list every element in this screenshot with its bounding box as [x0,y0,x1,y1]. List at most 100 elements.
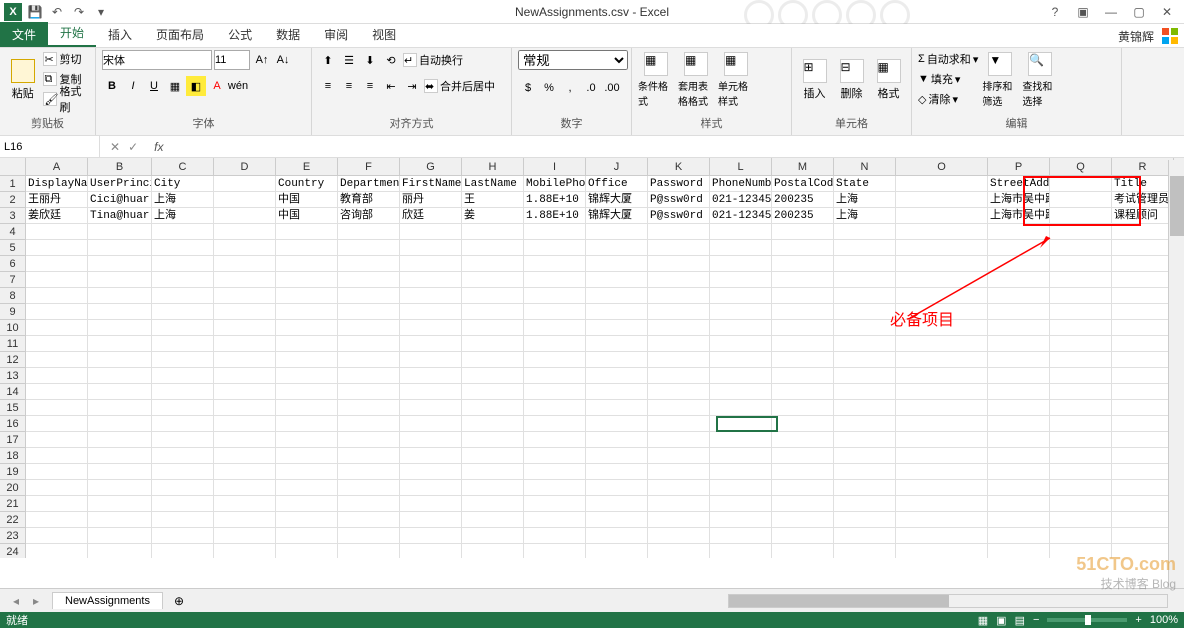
cell[interactable] [772,256,834,272]
close-icon[interactable]: ✕ [1154,2,1180,22]
cell[interactable] [462,528,524,544]
cell[interactable] [772,432,834,448]
cell[interactable] [152,240,214,256]
cell[interactable] [1112,432,1174,448]
cell[interactable] [88,272,152,288]
cell[interactable] [276,384,338,400]
delete-cells-button[interactable]: ⊟删除 [835,50,868,110]
cell[interactable] [276,256,338,272]
cell[interactable] [1050,480,1112,496]
cell[interactable] [88,384,152,400]
cell[interactable] [152,256,214,272]
cell[interactable] [462,304,524,320]
cell[interactable]: 上海市吴中路8号锦辉 [988,208,1050,224]
cell[interactable] [772,544,834,558]
cell[interactable] [214,192,276,208]
cell[interactable] [276,448,338,464]
cell[interactable] [524,240,586,256]
cell[interactable] [1050,176,1112,192]
tab-view[interactable]: 视图 [360,22,408,47]
align-top-icon[interactable]: ⬆ [318,50,338,70]
cell[interactable] [1050,208,1112,224]
format-painter-button[interactable]: 🖌格式刷 [43,90,89,108]
cell[interactable] [896,432,988,448]
column-header[interactable]: N [834,158,896,175]
cell[interactable] [988,320,1050,336]
fx-icon[interactable]: fx [148,140,163,154]
cell[interactable] [834,528,896,544]
cell[interactable]: 咨询部 [338,208,400,224]
cell[interactable] [896,336,988,352]
cell[interactable] [648,512,710,528]
cell[interactable] [1050,192,1112,208]
find-select-button[interactable]: 🔍查找和选择 [1022,50,1058,110]
cell[interactable] [710,480,772,496]
cell[interactable] [338,448,400,464]
cell[interactable]: Tina@huar [88,208,152,224]
column-header[interactable]: P [988,158,1050,175]
cell[interactable] [772,224,834,240]
cell[interactable] [338,384,400,400]
cell[interactable] [462,272,524,288]
column-header[interactable]: C [152,158,214,175]
cell[interactable] [152,496,214,512]
cell[interactable] [26,432,88,448]
cell[interactable] [524,544,586,558]
number-format-select[interactable]: 常规 [518,50,628,70]
cell[interactable]: 200235 [772,192,834,208]
cell[interactable] [896,384,988,400]
row-header[interactable]: 18 [0,448,26,464]
cell[interactable] [462,448,524,464]
cell[interactable] [1050,272,1112,288]
cell[interactable] [338,400,400,416]
zoom-level[interactable]: 100% [1150,614,1178,626]
cell[interactable]: PhoneNumber [710,176,772,192]
cell[interactable] [896,480,988,496]
cell[interactable] [648,304,710,320]
cell[interactable] [710,496,772,512]
cell[interactable] [586,432,648,448]
cell[interactable] [896,352,988,368]
cell[interactable] [834,544,896,558]
row-header[interactable]: 11 [0,336,26,352]
cell[interactable] [988,272,1050,288]
cell[interactable] [772,320,834,336]
cell[interactable]: 021-12345 [710,192,772,208]
cell[interactable] [338,416,400,432]
cell[interactable] [710,400,772,416]
cell[interactable] [276,512,338,528]
cell[interactable] [26,224,88,240]
horizontal-scrollbar[interactable] [728,594,1168,608]
cell[interactable] [524,288,586,304]
cell[interactable]: 1.88E+10 [524,192,586,208]
cell-styles-button[interactable]: ▦单元格样式 [718,50,754,110]
cell[interactable]: Cici@huar [88,192,152,208]
cell[interactable] [648,320,710,336]
cell[interactable] [462,416,524,432]
cell[interactable] [772,448,834,464]
cell[interactable] [214,544,276,558]
cell[interactable] [88,400,152,416]
align-bottom-icon[interactable]: ⬇ [360,50,380,70]
cell[interactable]: Password [648,176,710,192]
cell[interactable] [586,448,648,464]
tab-layout[interactable]: 页面布局 [144,22,216,47]
row-header[interactable]: 15 [0,400,26,416]
orientation-icon[interactable]: ⟲ [381,50,401,70]
cell[interactable] [524,336,586,352]
cell[interactable] [276,336,338,352]
cell[interactable] [1112,336,1174,352]
currency-icon[interactable]: $ [518,78,538,98]
cell[interactable] [88,544,152,558]
cell[interactable] [462,432,524,448]
cell[interactable]: Department [338,176,400,192]
cell[interactable] [896,240,988,256]
cell[interactable]: State [834,176,896,192]
cell[interactable] [152,400,214,416]
indent-dec-icon[interactable]: ⇤ [381,76,401,96]
cell[interactable] [586,224,648,240]
cell[interactable] [524,480,586,496]
wrap-text-button[interactable]: ↵自动换行 [403,51,463,69]
row-header[interactable]: 5 [0,240,26,256]
cell[interactable] [152,432,214,448]
